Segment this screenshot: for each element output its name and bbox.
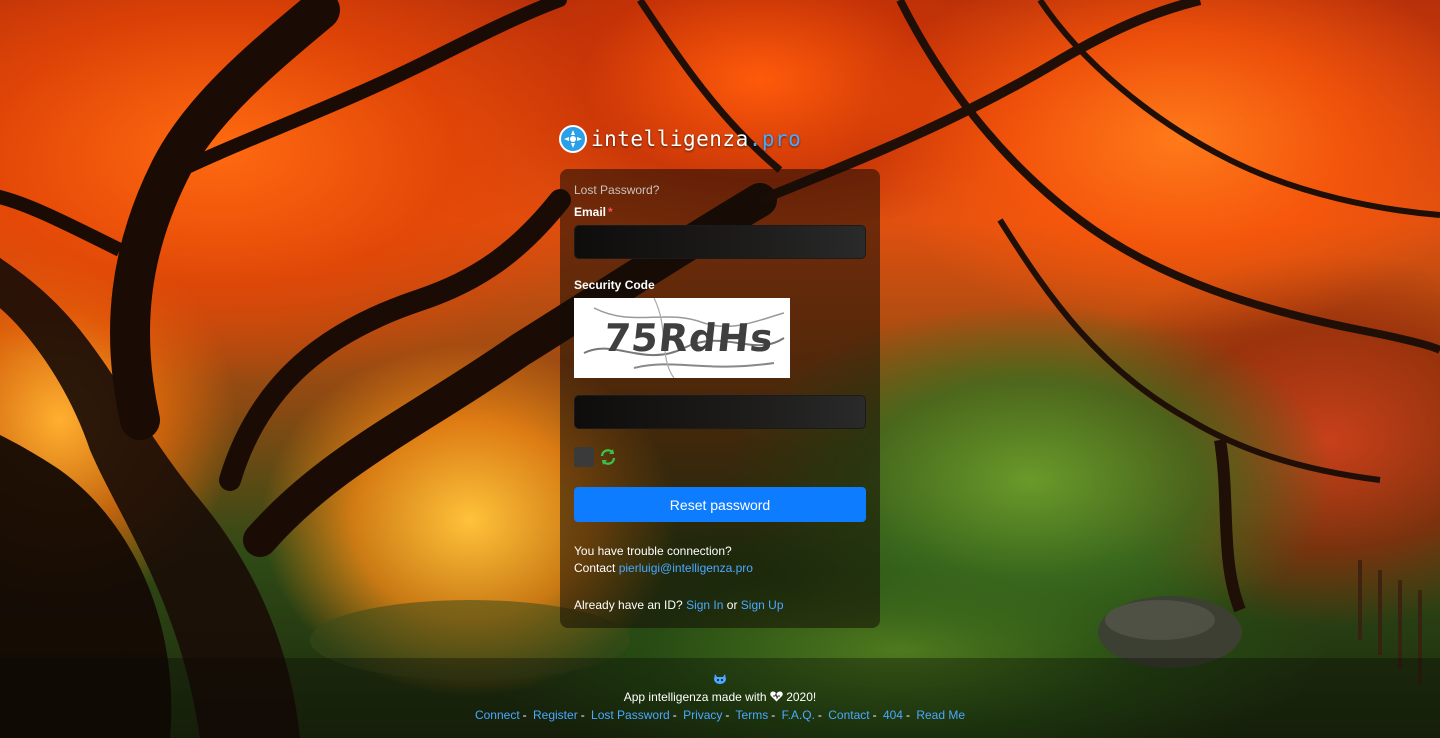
heart-icon [770, 690, 786, 704]
footer-link-404[interactable]: 404 [883, 708, 903, 722]
footer-link-contact[interactable]: Contact [828, 708, 869, 722]
logo-icon [559, 125, 587, 153]
page-footer: App intelligenza made with 2020! Connect… [0, 658, 1440, 738]
brand-logo[interactable]: intelligenza.pro [559, 124, 801, 154]
form-title: Lost Password? [574, 183, 660, 197]
captcha-text: 75RdHs [601, 316, 777, 360]
reset-password-button[interactable]: Reset password [574, 487, 866, 522]
captcha-image: 75RdHs [574, 298, 790, 378]
footer-link-terms[interactable]: Terms [736, 708, 769, 722]
footer-link-faq[interactable]: F.A.Q. [782, 708, 815, 722]
footer-credit: App intelligenza made with 2020! [623, 690, 817, 704]
footer-links: Connect - Register - Lost Password - Privac… [474, 708, 966, 722]
footer-link-read-me[interactable]: Read Me [916, 708, 965, 722]
captcha-checkbox[interactable] [574, 447, 594, 467]
help-line: You have trouble connection? [574, 544, 732, 558]
footer-link-lost-password[interactable]: Lost Password [591, 708, 670, 722]
contact-line: Contact pierluigi@intelligenza.pro [574, 561, 753, 575]
account-line: Already have an ID? Sign In or Sign Up [574, 598, 784, 612]
contact-email-link[interactable]: pierluigi@intelligenza.pro [619, 561, 753, 575]
github-icon[interactable] [713, 672, 727, 684]
email-field[interactable] [575, 226, 865, 258]
security-code-input[interactable] [575, 396, 865, 428]
footer-link-privacy[interactable]: Privacy [683, 708, 722, 722]
required-mark: * [608, 205, 613, 219]
sign-up-link[interactable]: Sign Up [741, 598, 784, 612]
reset-password-card: Lost Password? Email * Security Code 75Rd… [560, 169, 880, 628]
security-code-wrapper [574, 395, 866, 429]
email-field-wrapper [574, 225, 866, 259]
sign-in-link[interactable]: Sign In [686, 598, 723, 612]
email-label: Email * [574, 205, 613, 219]
captcha-controls [574, 447, 866, 467]
security-code-label: Security Code [574, 278, 655, 292]
footer-link-connect[interactable]: Connect [475, 708, 520, 722]
footer-link-register[interactable]: Register [533, 708, 578, 722]
refresh-icon[interactable] [598, 447, 618, 467]
help-text: You have trouble connection? Contact pie… [574, 543, 866, 577]
brand-name: intelligenza.pro [591, 127, 802, 151]
